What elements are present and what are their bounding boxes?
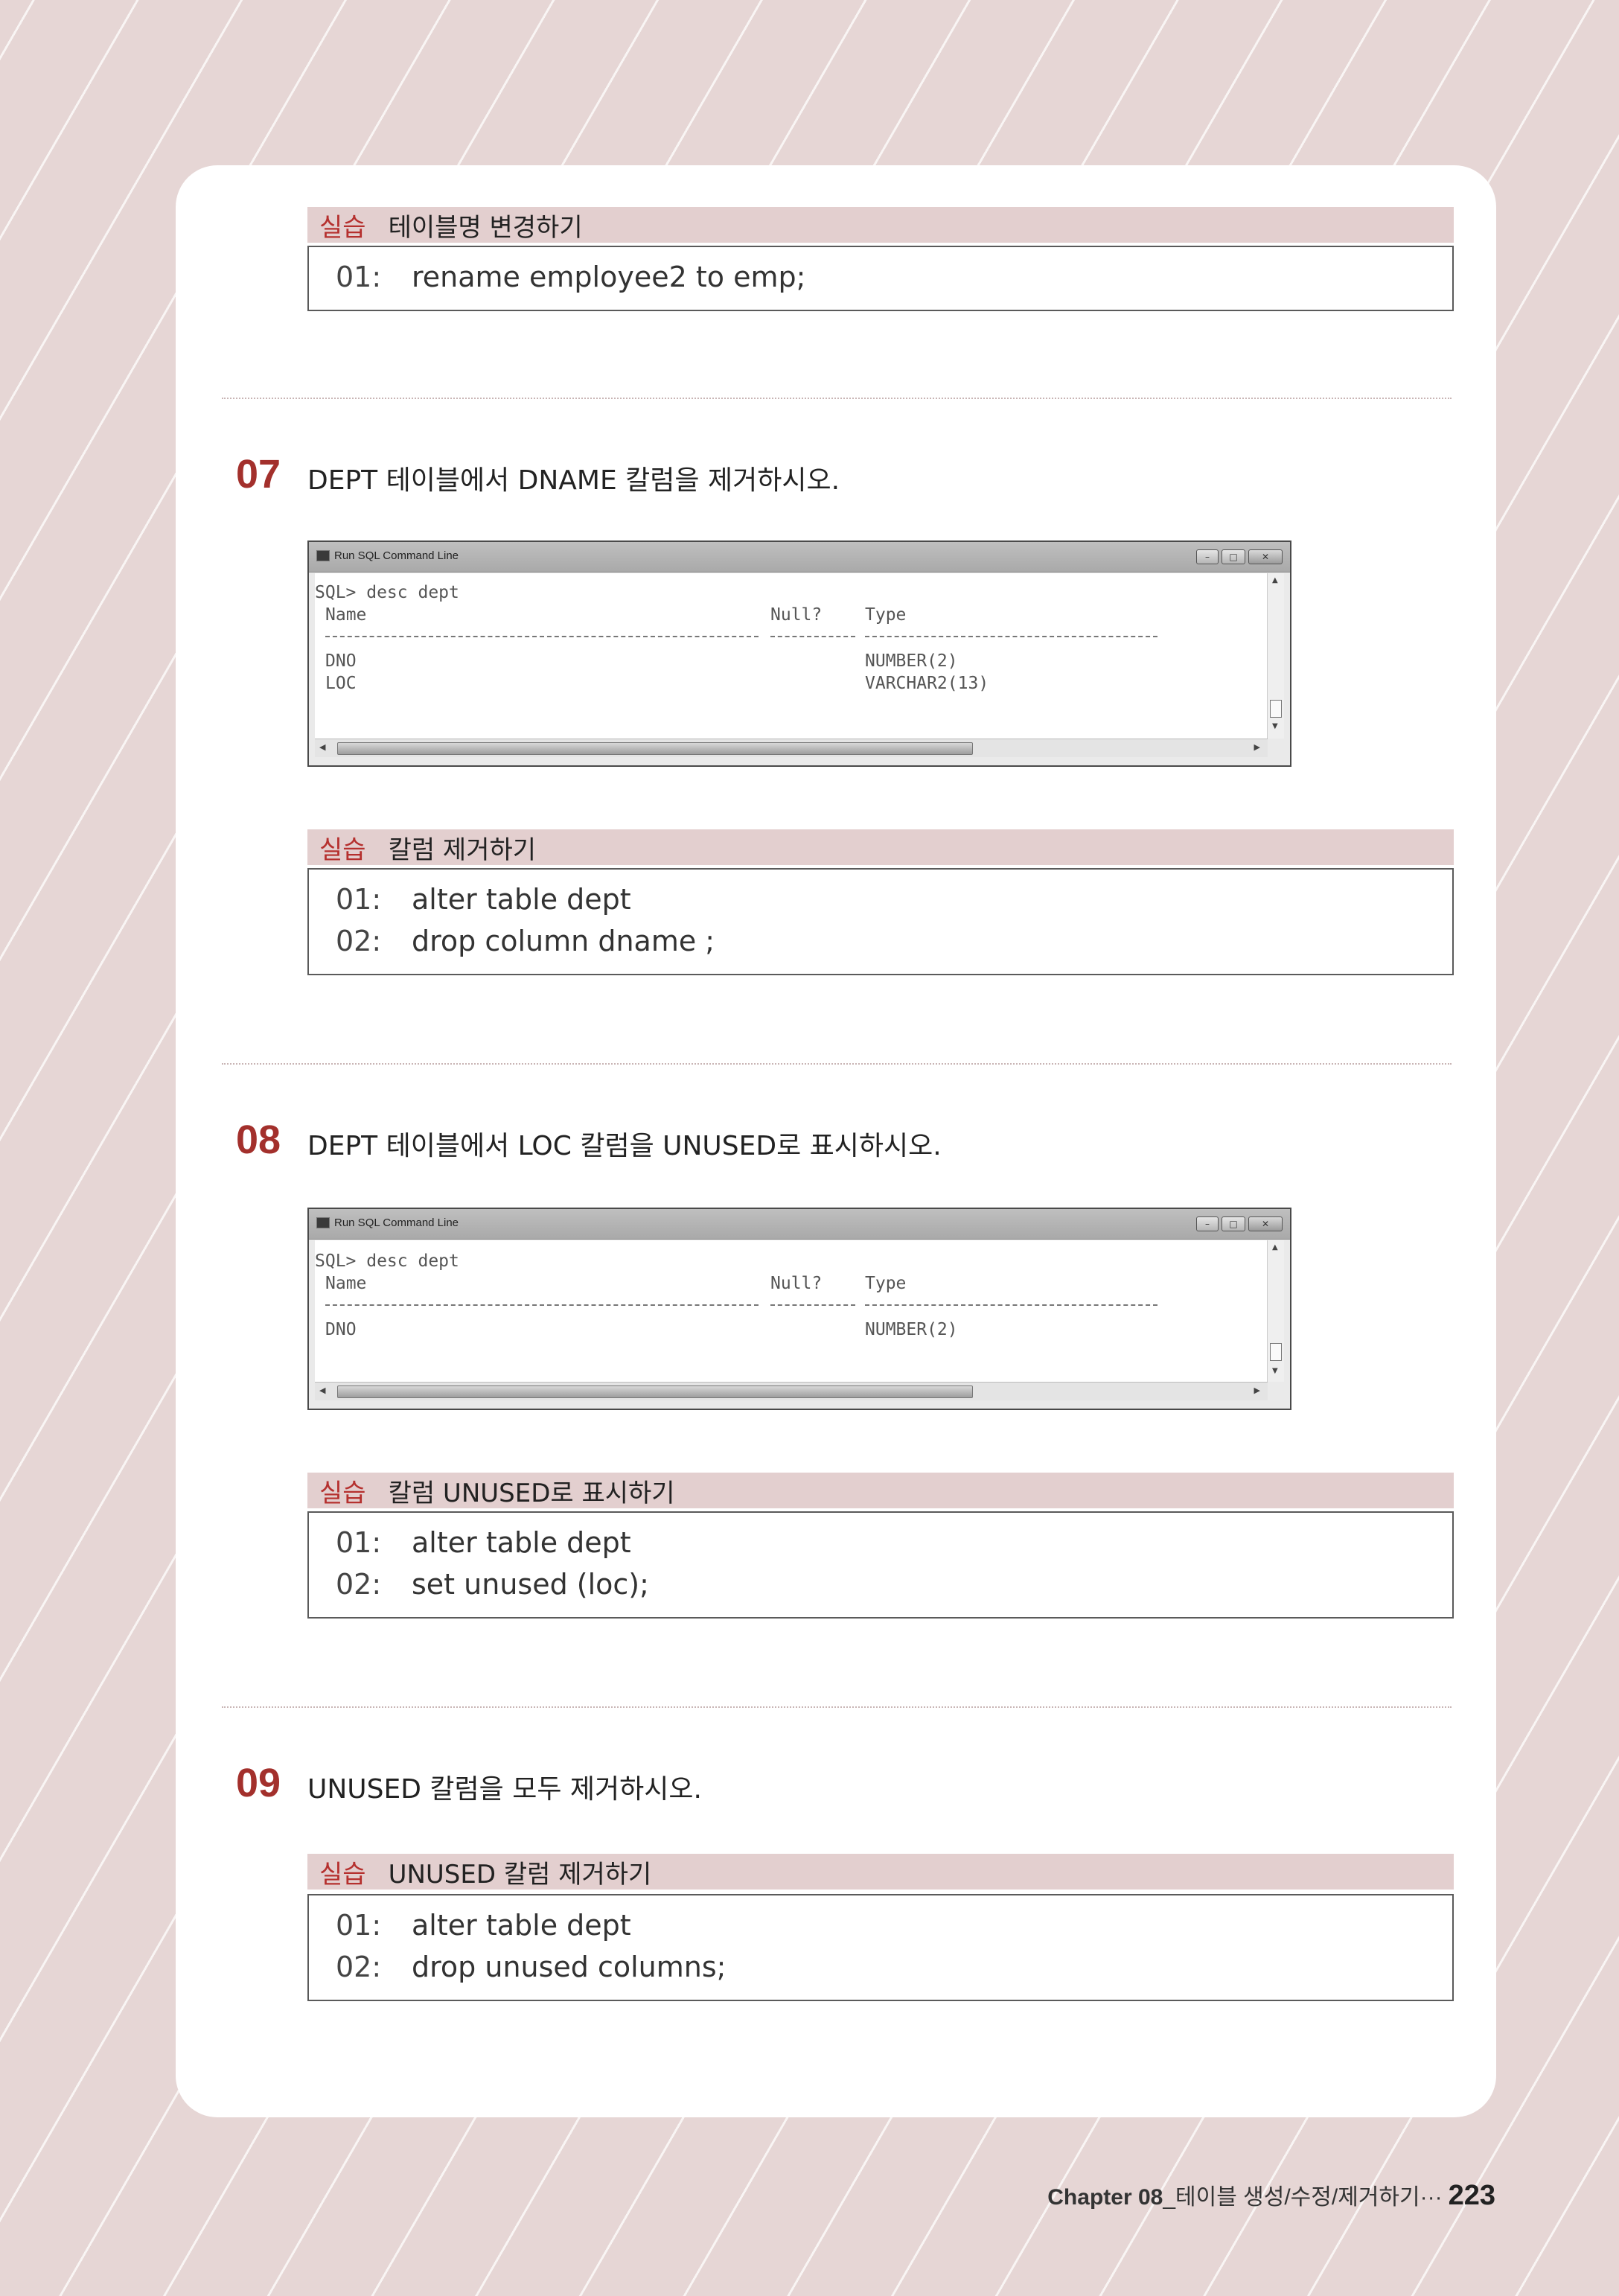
vertical-scrollbar[interactable]: ▲ ▼ [1267,1240,1284,1382]
scroll-thumb[interactable] [1270,700,1282,718]
scroll-left-arrow-icon[interactable]: ◀ [319,742,325,752]
question-number: 08 [236,1117,281,1162]
window-title: Run SQL Command Line [334,549,459,562]
separator-line [770,1304,855,1306]
console-app-icon [316,550,330,561]
window-titlebar: Run SQL Command Line – □ ✕ [309,542,1290,573]
practice-header-drop-column: 실습 칼럼 제거하기 [307,829,1454,865]
scroll-thumb[interactable] [337,742,973,755]
code-box-rename: 01: rename employee2 to emp; [307,246,1454,311]
row-type: NUMBER(2) [865,1320,958,1339]
sql-command-window: Run SQL Command Line – □ ✕ SQL> desc dep… [307,1208,1291,1410]
close-button[interactable]: ✕ [1248,549,1283,564]
code-line: 01: alter table dept [336,1909,631,1942]
separator-line [865,1304,1157,1306]
row-type: VARCHAR2(13) [865,674,989,693]
section-divider [222,398,1452,399]
sql-command-window: Run SQL Command Line – □ ✕ SQL> desc dep… [307,540,1291,767]
practice-title: 칼럼 UNUSED로 표시하기 [388,1478,675,1508]
row-type: NUMBER(2) [865,651,958,671]
window-titlebar: Run SQL Command Line – □ ✕ [309,1209,1290,1240]
practice-header-set-unused: 실습 칼럼 UNUSED로 표시하기 [307,1473,1454,1508]
code-box-drop-unused: 01: alter table dept 02: drop unused colum… [307,1894,1454,2001]
footer-subtitle: _테이블 생성/수정/제거하기··· [1163,2185,1443,2210]
close-button[interactable]: ✕ [1248,1216,1283,1231]
scroll-left-arrow-icon[interactable]: ◀ [319,1385,325,1395]
page-footer: Chapter 08_테이블 생성/수정/제거하기··· 223 [1047,2178,1495,2212]
scroll-down-arrow-icon[interactable]: ▼ [1272,1367,1278,1375]
practice-header-rename: 실습 테이블명 변경하기 [307,207,1454,243]
row-name: DNO [325,651,357,671]
scroll-right-arrow-icon[interactable]: ▶ [1254,742,1260,752]
separator-line [325,1304,759,1306]
console-prompt: SQL> desc dept [315,1251,459,1271]
scroll-down-arrow-icon[interactable]: ▼ [1272,722,1278,730]
separator-line [865,636,1157,637]
separator-line [325,636,759,637]
code-box-drop-column: 01: alter table dept 02: drop column dname… [307,868,1454,975]
minimize-button[interactable]: – [1196,1216,1219,1231]
column-header-name: Name [325,1274,367,1293]
code-box-set-unused: 01: alter table dept 02: set unused (loc); [307,1511,1454,1619]
footer-chapter: Chapter 08 [1047,2185,1163,2210]
scroll-up-arrow-icon[interactable]: ▲ [1272,576,1278,584]
practice-header-drop-unused: 실습 UNUSED 칼럼 제거하기 [307,1854,1454,1890]
practice-title: UNUSED 칼럼 제거하기 [388,1859,652,1890]
code-line: 02: drop unused columns; [336,1951,727,1983]
section-divider [222,1063,1452,1065]
code-line: 01: alter table dept [336,1526,631,1559]
scroll-up-arrow-icon[interactable]: ▲ [1272,1243,1278,1251]
section-divider [222,1706,1452,1708]
question-text: DEPT 테이블에서 DNAME 칼럼을 제거하시오. [307,465,840,496]
code-line: 02: set unused (loc); [336,1568,649,1601]
code-line: 01: alter table dept [336,883,631,916]
vertical-scrollbar[interactable]: ▲ ▼ [1267,573,1284,739]
question-number: 07 [236,452,281,497]
horizontal-scrollbar[interactable]: ◀ ▶ [315,739,1268,757]
code-line: 01: rename employee2 to emp; [336,261,806,293]
scroll-thumb[interactable] [1270,1343,1282,1361]
practice-tag: 실습 [319,835,366,865]
column-header-type: Type [865,605,907,625]
question-text: UNUSED 칼럼을 모두 제거하시오. [307,1774,702,1805]
question-number: 09 [236,1761,281,1805]
console-prompt: SQL> desc dept [315,583,459,602]
code-line: 02: drop column dname ; [336,925,715,957]
column-header-type: Type [865,1274,907,1293]
console-app-icon [316,1217,330,1228]
practice-title: 칼럼 제거하기 [388,835,537,865]
page-number: 223 [1448,2180,1495,2211]
window-title: Run SQL Command Line [334,1216,459,1229]
column-header-null: Null? [770,605,823,625]
practice-tag: 실습 [319,1859,366,1890]
column-header-name: Name [325,605,367,625]
column-header-null: Null? [770,1274,823,1293]
scroll-thumb[interactable] [337,1385,973,1398]
separator-line [770,636,855,637]
minimize-button[interactable]: – [1196,549,1219,564]
maximize-button[interactable]: □ [1222,1216,1245,1231]
question-text: DEPT 테이블에서 LOC 칼럼을 UNUSED로 표시하시오. [307,1131,942,1161]
console-output: SQL> desc dept Name Null? Type DNO NUMBE… [315,573,1268,739]
practice-tag: 실습 [319,212,366,243]
maximize-button[interactable]: □ [1222,549,1245,564]
horizontal-scrollbar[interactable]: ◀ ▶ [315,1382,1268,1400]
scroll-right-arrow-icon[interactable]: ▶ [1254,1385,1260,1395]
row-name: LOC [325,674,357,693]
practice-title: 테이블명 변경하기 [388,212,583,243]
practice-tag: 실습 [319,1478,366,1508]
console-output: SQL> desc dept Name Null? Type DNO NUMBE… [315,1240,1268,1382]
row-name: DNO [325,1320,357,1339]
